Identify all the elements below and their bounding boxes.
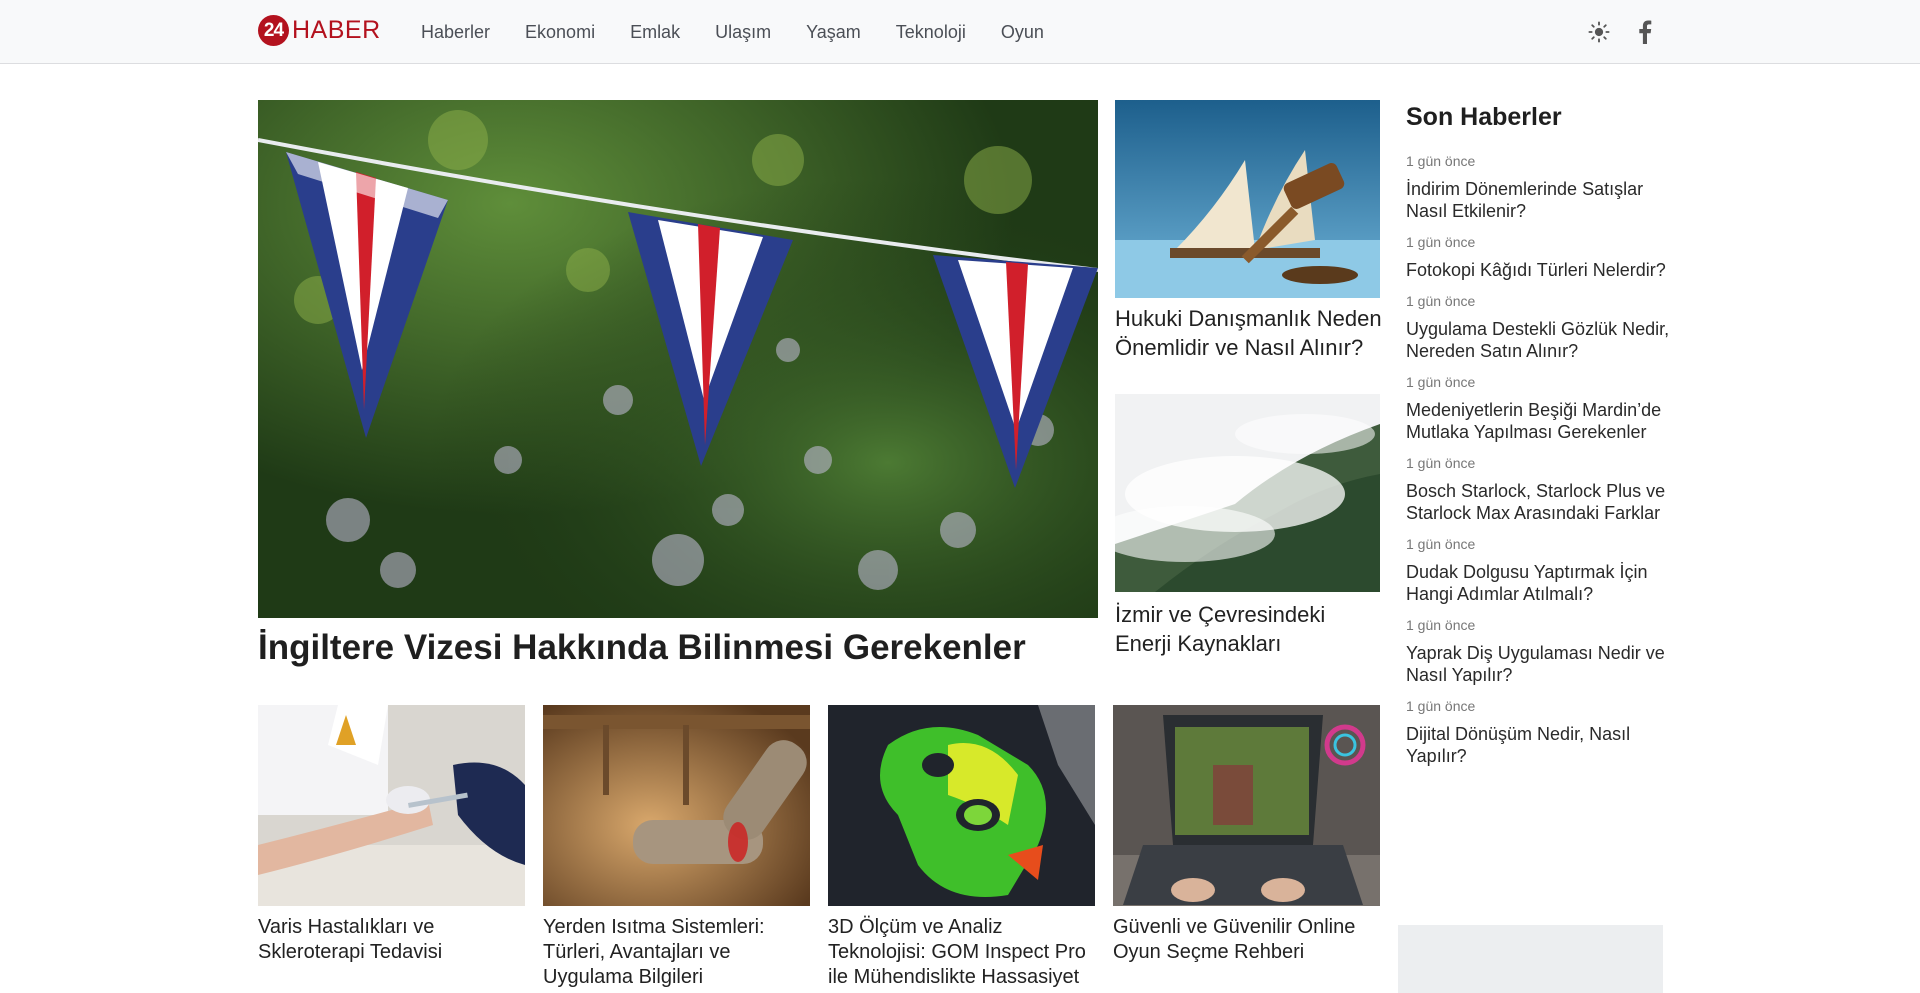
card-3-image[interactable] — [828, 705, 1095, 906]
news-time: 1 gün önce — [1406, 374, 1476, 390]
card-3-title[interactable]: 3D Ölçüm ve Analiz Teknolojisi: GOM Insp… — [828, 915, 1098, 990]
card-4-image[interactable] — [1113, 705, 1380, 906]
nav-item-teknoloji[interactable]: Teknoloji — [896, 22, 966, 43]
sun-icon[interactable] — [1584, 17, 1614, 47]
ad-placeholder — [1398, 925, 1663, 993]
latest-news-item: 1 gün önce Bosch Starlock, Starlock Plus… — [1406, 455, 1672, 524]
latest-news-item: 1 gün önce İndirim Dönemlerinde Satışlar… — [1406, 153, 1672, 222]
site-logo[interactable]: 24 HABER — [258, 15, 381, 46]
news-time: 1 gün önce — [1406, 234, 1476, 250]
top-navbar: 24 HABER Haberler Ekonomi Emlak Ulaşım Y… — [0, 0, 1920, 64]
nav-item-haberler[interactable]: Haberler — [421, 22, 490, 43]
sidebar-heading: Son Haberler — [1406, 103, 1562, 131]
latest-news-sidebar: Son Haberler 1 gün önce İndirim Dönemler… — [1406, 100, 1672, 779]
main-story-image[interactable] — [258, 100, 1098, 618]
main-nav: Haberler Ekonomi Emlak Ulaşım Yaşam Tekn… — [421, 0, 1079, 64]
latest-news-item: 1 gün önce Medeniyetlerin Beşiği Mardin’… — [1406, 374, 1672, 443]
card-2-title[interactable]: Yerden Isıtma Sistemleri: Türleri, Avant… — [543, 915, 813, 990]
news-time: 1 gün önce — [1406, 617, 1476, 633]
facebook-icon[interactable] — [1630, 17, 1660, 47]
side-story-2-title[interactable]: İzmir ve Çevresindeki Enerji Kaynakları — [1115, 600, 1385, 658]
main-story-title[interactable]: İngiltere Vizesi Hakkında Bilinmesi Gere… — [258, 624, 1098, 672]
latest-news-item: 1 gün önce Dijital Dönüşüm Nedir, Nasıl … — [1406, 698, 1672, 767]
news-time: 1 gün önce — [1406, 698, 1476, 714]
news-title-link[interactable]: İndirim Dönemlerinde Satışlar Nasıl Etki… — [1406, 178, 1672, 222]
news-title-link[interactable]: Uygulama Destekli Gözlük Nedir, Nereden … — [1406, 318, 1672, 362]
latest-news-item: 1 gün önce Fotokopi Kâğıdı Türleri Neler… — [1406, 234, 1672, 281]
logo-text: HABER — [292, 16, 381, 44]
nav-item-ekonomi[interactable]: Ekonomi — [525, 22, 595, 43]
news-title-link[interactable]: Dijital Dönüşüm Nedir, Nasıl Yapılır? — [1406, 723, 1672, 767]
news-title-link[interactable]: Dudak Dolgusu Yaptırmak İçin Hangi Adıml… — [1406, 561, 1672, 605]
nav-item-ulasim[interactable]: Ulaşım — [715, 22, 771, 43]
card-4-title[interactable]: Güvenli ve Güvenilir Online Oyun Seçme R… — [1113, 915, 1383, 965]
logo-badge: 24 — [258, 15, 289, 46]
card-1-title[interactable]: Varis Hastalıkları ve Skleroterapi Tedav… — [258, 915, 528, 965]
latest-news-item: 1 gün önce Dudak Dolgusu Yaptırmak İçin … — [1406, 536, 1672, 605]
nav-item-yasam[interactable]: Yaşam — [806, 22, 861, 43]
news-time: 1 gün önce — [1406, 293, 1476, 309]
latest-news-item: 1 gün önce Yaprak Diş Uygulaması Nedir v… — [1406, 617, 1672, 686]
nav-item-oyun[interactable]: Oyun — [1001, 22, 1044, 43]
news-time: 1 gün önce — [1406, 153, 1476, 169]
news-title-link[interactable]: Yaprak Diş Uygulaması Nedir ve Nasıl Yap… — [1406, 642, 1672, 686]
news-title-link[interactable]: Bosch Starlock, Starlock Plus ve Starloc… — [1406, 480, 1672, 524]
side-story-1-image[interactable] — [1115, 100, 1380, 298]
card-1-image[interactable] — [258, 705, 525, 906]
nav-item-emlak[interactable]: Emlak — [630, 22, 680, 43]
side-story-2-image[interactable] — [1115, 394, 1380, 592]
news-title-link[interactable]: Fotokopi Kâğıdı Türleri Nelerdir? — [1406, 259, 1672, 281]
card-2-image[interactable] — [543, 705, 810, 906]
latest-news-item: 1 gün önce Uygulama Destekli Gözlük Nedi… — [1406, 293, 1672, 362]
news-time: 1 gün önce — [1406, 536, 1476, 552]
news-time: 1 gün önce — [1406, 455, 1476, 471]
news-title-link[interactable]: Medeniyetlerin Beşiği Mardin’de Mutlaka … — [1406, 399, 1672, 443]
side-story-1-title[interactable]: Hukuki Danışmanlık Neden Önemlidir ve Na… — [1115, 304, 1385, 362]
